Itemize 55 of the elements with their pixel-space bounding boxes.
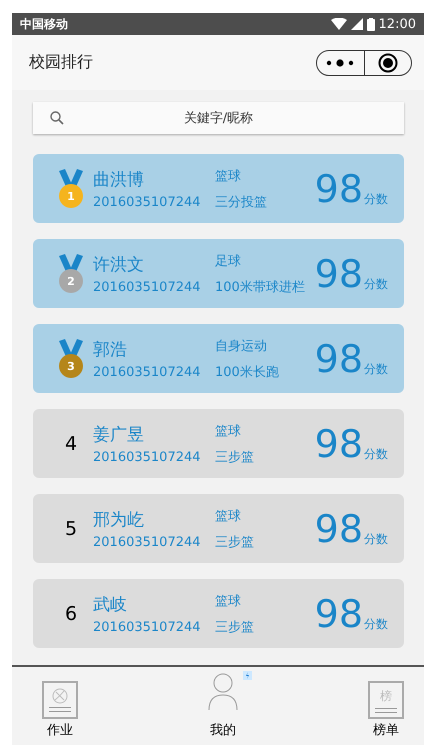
sport-name: 篮球 <box>215 168 242 184</box>
score-unit: 分数 <box>364 446 388 462</box>
event-name: 三分投篮 <box>215 194 268 210</box>
event-name: 三步篮 <box>215 618 255 636</box>
search-icon <box>50 111 64 125</box>
score-value: 98 <box>314 170 363 208</box>
student-id: 2016035107244 <box>93 194 202 210</box>
student-id: 2016035107244 <box>93 450 202 464</box>
score-value: 98 <box>314 340 363 378</box>
sport-name: 足球 <box>215 252 242 270</box>
score-unit: 分数 <box>364 530 388 548</box>
event-name: 100米带球进栏 <box>215 278 306 296</box>
rank-number: 5 <box>64 518 78 540</box>
wifi-icon <box>330 18 347 30</box>
score-unit: 分数 <box>364 276 388 292</box>
page-title: 校园排行 <box>29 52 94 73</box>
search-field[interactable]: 关鍵字/昵称 <box>33 102 404 134</box>
event-name: 100米长跑 <box>215 364 280 380</box>
score-value: 98 <box>314 254 363 292</box>
badge-icon <box>243 671 252 680</box>
score-unit: 分数 <box>364 360 388 378</box>
tab-item[interactable]: 我的 <box>207 673 239 745</box>
rank-number: 4 <box>64 432 78 454</box>
sport-name: 自身运动 <box>215 338 268 354</box>
tab-item[interactable]: 榜 榜单 <box>368 681 404 745</box>
carrier-name: 中国移动 <box>20 16 68 32</box>
board-icon: 榜 <box>368 681 404 719</box>
score-value: 98 <box>314 594 363 632</box>
student-name: 曲洪博 <box>93 168 145 190</box>
signal-icon <box>350 18 363 30</box>
tab-item[interactable]: 作业 <box>42 681 78 745</box>
student-id: 2016035107244 <box>93 620 202 634</box>
score-value: 98 <box>314 510 363 548</box>
more-icon[interactable] <box>325 58 356 66</box>
person-icon <box>207 673 239 711</box>
sport-name: 篮球 <box>215 508 242 524</box>
rank-number: 6 <box>64 602 78 624</box>
clock-time: 12:00 <box>378 16 416 32</box>
student-name: 郭浩 <box>93 338 128 360</box>
event-name: 三步篮 <box>215 534 255 550</box>
student-name: 武岐 <box>93 594 128 616</box>
student-id: 2016035107244 <box>93 534 202 550</box>
score-unit: 分数 <box>364 616 388 632</box>
sport-name: 篮球 <box>215 592 242 610</box>
close-icon[interactable] <box>378 52 398 72</box>
sport-name: 篮球 <box>215 422 242 440</box>
score-unit: 分数 <box>364 190 388 208</box>
student-id: 2016035107244 <box>93 280 202 294</box>
student-id: 2016035107244 <box>93 364 202 380</box>
student-name: 姜广昱 <box>93 424 145 446</box>
score-value: 98 <box>314 424 363 462</box>
event-name: 三步篮 <box>215 448 255 466</box>
battery-icon <box>366 18 375 30</box>
student-name: 许洪文 <box>93 254 145 276</box>
student-name: 邢为屹 <box>93 508 145 530</box>
